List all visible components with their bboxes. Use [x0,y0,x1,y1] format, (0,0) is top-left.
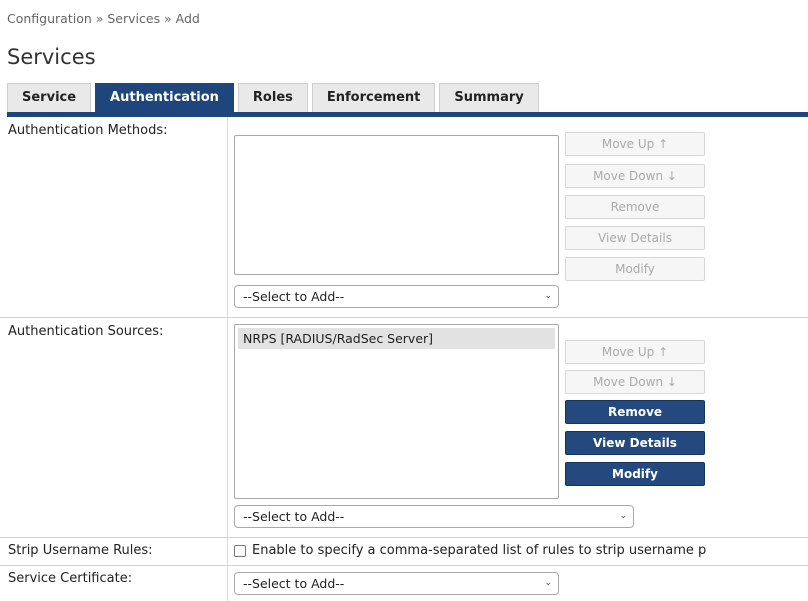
column-separator [227,318,228,537]
auth-sources-label: Authentication Sources: [8,324,164,339]
auth-sources-row: Authentication Sources: NRPS [RADIUS/Rad… [0,318,808,537]
chevron-down-icon: ⌄ [544,578,552,588]
tab-service[interactable]: Service [7,83,92,112]
auth-methods-row: Authentication Methods: Move Up ↑ Move D… [0,117,808,317]
auth-sources-listbox[interactable]: NRPS [RADIUS/RadSec Server] [234,324,559,499]
chevron-down-icon: ⌄ [619,511,627,521]
service-certificate-label: Service Certificate: [8,571,133,586]
chevron-down-icon: ⌄ [544,291,552,301]
auth-methods-modify-button[interactable]: Modify [565,257,705,281]
tab-roles[interactable]: Roles [237,83,308,112]
auth-sources-move-down-button[interactable]: Move Down ↓ [565,370,705,394]
auth-sources-remove-button[interactable]: Remove [565,400,705,424]
strip-username-checkbox[interactable] [234,545,246,557]
tab-enforcement[interactable]: Enforcement [311,83,436,112]
auth-sources-modify-button[interactable]: Modify [565,462,705,486]
column-separator [227,117,228,317]
list-item[interactable]: NRPS [RADIUS/RadSec Server] [238,328,555,349]
service-certificate-select[interactable]: --Select to Add-- ⌄ [234,572,559,595]
service-certificate-row: Service Certificate: --Select to Add-- ⌄ [0,566,808,601]
strip-username-label: Strip Username Rules: [8,543,153,558]
auth-methods-move-up-button[interactable]: Move Up ↑ [565,132,705,156]
strip-username-checkbox-label: Enable to specify a comma-separated list… [252,543,707,558]
column-separator [227,566,228,601]
strip-username-row: Strip Username Rules: Enable to specify … [0,538,808,565]
auth-methods-remove-button[interactable]: Remove [565,195,705,219]
auth-sources-select-value: --Select to Add-- [243,509,345,524]
tab-authentication[interactable]: Authentication [95,83,234,112]
breadcrumb: Configuration » Services » Add [7,11,200,26]
auth-sources-view-details-button[interactable]: View Details [565,431,705,455]
column-separator [227,538,228,565]
auth-methods-select-value: --Select to Add-- [243,289,345,304]
auth-methods-label: Authentication Methods: [8,123,168,138]
auth-methods-move-down-button[interactable]: Move Down ↓ [565,164,705,188]
auth-methods-view-details-button[interactable]: View Details [565,226,705,250]
tab-summary[interactable]: Summary [439,83,539,112]
page-title: Services [7,45,96,69]
auth-sources-move-up-button[interactable]: Move Up ↑ [565,340,705,364]
auth-methods-add-select[interactable]: --Select to Add-- ⌄ [234,285,559,308]
tab-bar: Service Authentication Roles Enforcement… [7,83,543,112]
service-certificate-select-value: --Select to Add-- [243,576,345,591]
auth-sources-add-select[interactable]: --Select to Add-- ⌄ [234,505,634,528]
auth-methods-listbox[interactable] [234,135,559,275]
